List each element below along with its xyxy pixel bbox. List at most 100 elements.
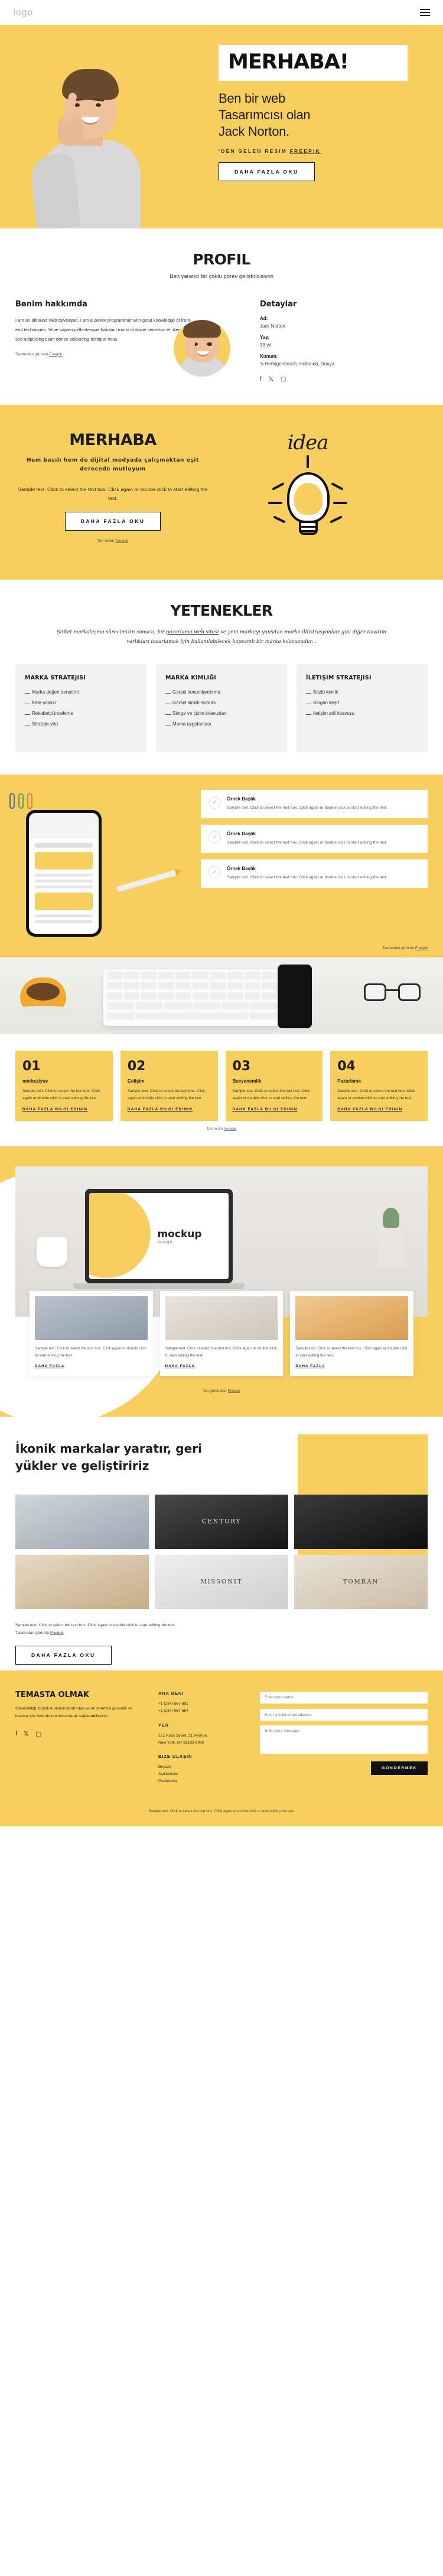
- thumb-link[interactable]: DAHA FAZLA: [165, 1364, 278, 1368]
- about-credit-link[interactable]: Freepik: [49, 352, 62, 357]
- thumb-text: Sample text. Click to select the text bo…: [165, 1346, 277, 1358]
- feature-item: ✓ Örnek Başlık Sample text. Click to sel…: [201, 824, 428, 853]
- detail-value: 's-Hertogenbosch, Hollanda, Dünya: [260, 361, 335, 367]
- contact-group-heading: ARA BENI: [158, 1691, 184, 1696]
- brands-credit-link[interactable]: Freepik: [50, 1631, 64, 1635]
- brand-image: TOMRAN: [294, 1555, 428, 1610]
- about-text: I am an allround web developer. I am a s…: [15, 318, 192, 342]
- card-text: Sample text. Click to select the text bo…: [232, 1088, 310, 1100]
- facebook-icon[interactable]: f: [15, 1730, 17, 1738]
- contact-section: TEMASTA OLMAK Güvenilirliği, büyük mutlu…: [0, 1671, 443, 1808]
- merhaba-credit: Tan resim Freepik: [15, 539, 210, 543]
- numbered-card: 01 merkeziyse Sample text. Click to sele…: [15, 1050, 113, 1122]
- about-credit-prefix: Tarafından görüntü: [15, 352, 48, 357]
- instagram-icon[interactable]: ▢: [35, 1730, 41, 1738]
- feature-title: Örnek Başlık: [227, 865, 256, 871]
- numbered-card: 03 Bseyenemlik Sample text. Click to sel…: [225, 1050, 323, 1122]
- contact-group-line: Pazarlama: [158, 1779, 177, 1784]
- skill-card: MARKA STRATEJISI Marka değeri denetimi K…: [15, 663, 146, 752]
- card-title: Bseyenemlik: [232, 1078, 262, 1084]
- features-credit-link[interactable]: Freepik: [415, 946, 428, 950]
- features-credit-prefix: Tarafından görüntü: [382, 946, 414, 950]
- card-title: Pazarlama: [337, 1078, 361, 1084]
- feature-text: Sample text. Click to select the text bo…: [227, 875, 387, 880]
- send-button[interactable]: GÖNDERMEK: [371, 1761, 428, 1776]
- thumb-image: [35, 1296, 148, 1341]
- card-text: Sample text. Click to select the text bo…: [337, 1088, 415, 1100]
- about-title: Benim hakkımda: [15, 300, 87, 309]
- detail-row: Konum: 's-Hertogenbosch, Hollanda, Dünya: [260, 354, 425, 367]
- idea-illustration: idea: [210, 431, 405, 551]
- hero-heading-box: MERHABA!: [219, 45, 408, 81]
- profile-section: PROFIL Ben yaratıcı bir çoklu görev geli…: [0, 228, 443, 405]
- card-link[interactable]: DAHA FAZLA BILGI EDININ: [128, 1107, 211, 1112]
- brand-image: [294, 1495, 428, 1549]
- merhaba-credit-link[interactable]: Freepik: [115, 539, 128, 543]
- mockup-screen-title: mockup: [157, 1228, 202, 1240]
- card-text: Sample text. Click to select the text bo…: [22, 1088, 100, 1100]
- skills-intro: Şirket markalaşma sürecimizin sonucu, bi…: [56, 627, 387, 646]
- contact-group-heading: BIZE ULAŞIN: [158, 1753, 193, 1759]
- contact-info-group: YER 121 Rock Street, 21 Avenue, New York…: [158, 1722, 247, 1747]
- hero-cta-button[interactable]: DAHA FAZLA OKU: [219, 162, 315, 182]
- skills-intro-link[interactable]: pazarlama web sitesi: [166, 629, 219, 635]
- merhaba-body: Sample text. Click to select the text bo…: [18, 486, 208, 502]
- card-link[interactable]: DAHA FAZLA BILGI EDININ: [233, 1107, 316, 1112]
- contact-title: TEMASTA OLMAK: [15, 1691, 89, 1700]
- brand-label: MISSONIT: [200, 1578, 243, 1586]
- merhaba-section: MERHABA Hem basılı hem de dijital medyad…: [0, 405, 443, 580]
- hero-image-credit: 'DEN GELEN RESIM FREEPIK: [219, 148, 419, 154]
- skill-card: İLETIŞIM STRATEJISI Sözlü kimlik Slogan …: [297, 663, 428, 752]
- facebook-icon[interactable]: f: [260, 376, 262, 383]
- card-link[interactable]: DAHA FAZLA BILGI EDININ: [22, 1107, 106, 1112]
- cards-credit-link[interactable]: Freepik: [224, 1127, 236, 1131]
- site-logo[interactable]: logo: [13, 7, 33, 18]
- thumb-link[interactable]: DAHA FAZLA: [295, 1364, 408, 1368]
- skill-item: Marka uygulaması: [165, 721, 278, 727]
- details-column: Detaylar Ad: Jack Norton Yaş: 33 yıl Kon…: [260, 300, 425, 383]
- merhaba-cta-button[interactable]: DAHA FAZLA OKU: [64, 512, 161, 531]
- card-title: Gelişim: [127, 1078, 145, 1084]
- detail-label: Konum:: [260, 354, 278, 359]
- numbered-card: 04 Pazarlama Sample text. Click to selec…: [330, 1050, 428, 1122]
- skill-item: Stratejik yön: [25, 721, 137, 727]
- mockup-thumb: Sample text. Click to select the text bo…: [290, 1291, 414, 1377]
- message-textarea[interactable]: [260, 1725, 428, 1754]
- thumb-link[interactable]: DAHA FAZLA: [35, 1364, 148, 1368]
- email-input[interactable]: [260, 1709, 428, 1721]
- mockup-section: mockup design. Sample text. Click to sel…: [0, 1146, 443, 1424]
- name-input[interactable]: [260, 1691, 428, 1704]
- mockup-credit: Tan görüntüler Freepik: [0, 1389, 443, 1393]
- cards-credit: Tan resim Freepik: [0, 1127, 443, 1146]
- hero-heading: MERHABA!: [228, 50, 349, 74]
- card-number: 02: [127, 1058, 146, 1074]
- twitter-icon[interactable]: 𝕏: [24, 1730, 29, 1738]
- brands-cta-button[interactable]: DAHA FAZLA OKU: [15, 1646, 112, 1665]
- hero-subtitle-line-1: Ben bir web: [219, 91, 285, 106]
- card-link[interactable]: DAHA FAZLA BILGI EDININ: [337, 1107, 421, 1112]
- contact-group-line: Açıklamalar: [158, 1772, 179, 1777]
- brands-section: İkonik markalar yaratır, geri yükler ve …: [0, 1417, 443, 1671]
- instagram-icon[interactable]: ▢: [281, 376, 286, 383]
- hero-credit-link[interactable]: FREEPIK: [290, 148, 321, 154]
- idea-word: idea: [287, 431, 328, 455]
- brands-body-text: Sample text. Click to select the text bo…: [15, 1623, 176, 1628]
- mockup-thumb: Sample text. Click to select the text bo…: [30, 1291, 153, 1377]
- contact-group-heading: YER: [158, 1722, 170, 1728]
- hamburger-menu-icon[interactable]: [420, 9, 430, 16]
- feature-item: ✓ Örnek Başlık Sample text. Click to sel…: [201, 859, 428, 888]
- check-circle-icon: ✓: [209, 831, 221, 844]
- profile-social-links: f 𝕏 ▢: [260, 376, 425, 383]
- contact-group-line: New York, NY 92103-9000: [158, 1740, 204, 1745]
- twitter-icon[interactable]: 𝕏: [269, 376, 273, 383]
- card-text: Sample text. Click to select the text bo…: [127, 1088, 205, 1100]
- contact-info-group: BIZE ULAŞIN Beyazıt Açıklamalar Pazarlam…: [158, 1754, 247, 1786]
- about-credit: Tarafından görüntü Freepik: [15, 352, 193, 357]
- mockup-credit-link[interactable]: Freepik: [228, 1389, 240, 1393]
- thumb-text: Sample text. Click to select the text bo…: [35, 1346, 146, 1358]
- hero-person-photo: [29, 25, 149, 228]
- skill-item: İletişim stili kılavuzu: [306, 711, 418, 716]
- detail-row: Ad: Jack Norton: [260, 316, 425, 329]
- skill-item: Marka değeri denetimi: [25, 689, 137, 695]
- card-number: 01: [22, 1058, 41, 1074]
